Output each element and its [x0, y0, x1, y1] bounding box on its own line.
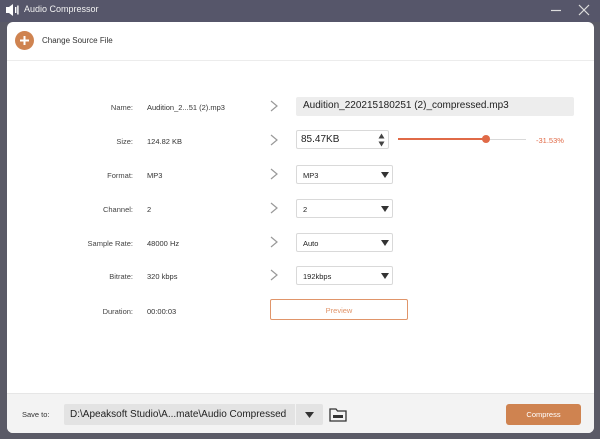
- chevron-right-icon: [270, 236, 278, 248]
- caret-down-icon: [381, 172, 389, 178]
- close-icon[interactable]: [576, 2, 592, 18]
- output-name-field[interactable]: Audition_220215180251 (2)_compressed.mp3: [296, 97, 574, 116]
- save-to-label: Save to:: [22, 410, 50, 419]
- size-change-percent: -31.53%: [536, 136, 564, 145]
- source-format-value: MP3: [147, 171, 163, 180]
- source-size-value: 124.82 KB: [147, 137, 183, 146]
- duration-label: Duration:: [102, 307, 133, 316]
- sample-rate-select[interactable]: Auto: [296, 233, 393, 252]
- chevron-right-icon: [270, 100, 278, 112]
- bitrate-select[interactable]: 192kbps: [296, 266, 393, 285]
- sample-rate-label: Sample Rate:: [87, 239, 133, 248]
- chevron-right-icon: [270, 269, 278, 281]
- channel-select[interactable]: 2: [296, 199, 393, 218]
- output-size-value: 85.47KB: [301, 134, 340, 145]
- caret-down-icon: [381, 240, 389, 246]
- slider-fill: [398, 138, 486, 140]
- preview-button[interactable]: Preview: [270, 299, 408, 320]
- toolbar-divider: [7, 60, 594, 61]
- size-label: Size:: [116, 137, 133, 146]
- spin-down-icon[interactable]: [378, 141, 385, 147]
- sample-rate-select-value: Auto: [303, 239, 319, 248]
- compressor-panel: Change Source File Name: Audition_2...51…: [7, 22, 594, 433]
- source-name-value: Audition_2...51 (2).mp3: [147, 103, 225, 112]
- save-path-select[interactable]: D:\Apeaksoft Studio\A...mate\Audio Compr…: [64, 404, 323, 425]
- plus-icon: [15, 31, 34, 50]
- change-source-file-label: Change Source File: [42, 36, 113, 45]
- channel-label: Channel:: [102, 205, 133, 214]
- source-channel-value: 2: [147, 205, 152, 214]
- minimize-icon[interactable]: [548, 2, 564, 18]
- name-label: Name:: [110, 103, 133, 112]
- caret-down-icon: [381, 206, 389, 212]
- bitrate-select-value: 192kbps: [303, 272, 332, 281]
- source-duration-value: 00:00:03: [147, 307, 177, 316]
- spin-up-icon[interactable]: [378, 133, 385, 139]
- bitrate-label: Bitrate:: [109, 272, 133, 281]
- format-select[interactable]: MP3: [296, 165, 393, 184]
- output-size-stepper[interactable]: 85.47KB: [296, 130, 389, 149]
- slider-knob[interactable]: [481, 135, 490, 143]
- caret-down-icon: [381, 273, 389, 279]
- title-bar: Audio Compressor: [0, 0, 600, 22]
- source-bitrate-value: 320 kbps: [147, 272, 178, 281]
- save-path-value: D:\Apeaksoft Studio\A...mate\Audio Compr…: [70, 409, 287, 420]
- open-folder-icon[interactable]: [329, 407, 347, 422]
- save-path-divider: [295, 404, 296, 425]
- footer-bar: Save to: D:\Apeaksoft Studio\A...mate\Au…: [7, 393, 594, 433]
- size-slider[interactable]: [398, 132, 526, 148]
- chevron-right-icon: [270, 202, 278, 214]
- window-title: Audio Compressor: [24, 4, 99, 14]
- audio-compressor-icon: [6, 4, 19, 16]
- caret-down-icon[interactable]: [305, 412, 314, 418]
- chevron-right-icon: [270, 168, 278, 180]
- channel-select-value: 2: [303, 205, 308, 214]
- source-sample-rate-value: 48000 Hz: [147, 239, 180, 248]
- format-label: Format:: [107, 171, 133, 180]
- chevron-right-icon: [270, 134, 278, 146]
- format-select-value: MP3: [303, 171, 319, 180]
- compress-button[interactable]: Compress: [506, 404, 581, 425]
